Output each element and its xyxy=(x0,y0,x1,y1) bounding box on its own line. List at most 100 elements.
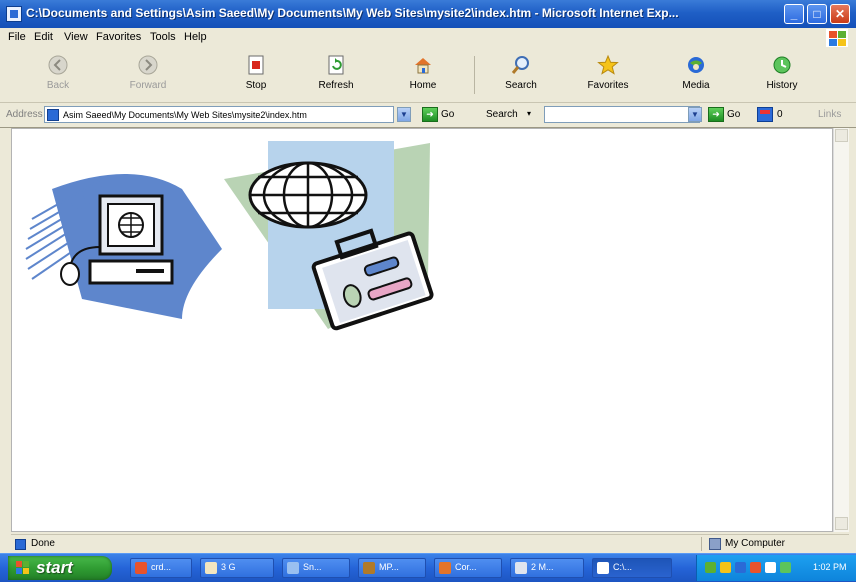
refresh-icon xyxy=(328,55,344,75)
search-input[interactable] xyxy=(544,106,700,123)
media-label: Media xyxy=(682,80,710,91)
status-text: Done xyxy=(31,538,55,549)
windows-logo-icon xyxy=(826,29,848,47)
status-bar: Done My Computer xyxy=(11,534,849,553)
search-dropdown-icon[interactable]: ▾ xyxy=(527,109,531,118)
tray-icon[interactable] xyxy=(735,562,746,573)
tray-icon[interactable] xyxy=(750,562,761,573)
menu-tools[interactable]: Tools xyxy=(150,31,176,43)
favorites-label: Favorites xyxy=(587,80,629,91)
app-icon xyxy=(205,562,217,574)
search-button[interactable]: Search xyxy=(491,52,551,98)
search-bar-label[interactable]: Search xyxy=(486,109,518,120)
menu-bar: File Edit View Favorites Tools Help xyxy=(0,28,856,49)
taskbar-item-active[interactable]: C:\... xyxy=(592,558,672,578)
history-label: History xyxy=(766,80,798,91)
search-label: Search xyxy=(505,80,537,91)
search-dropdown-arrow-icon[interactable]: ▼ xyxy=(688,107,702,122)
menu-file[interactable]: File xyxy=(8,31,26,43)
back-label: Back xyxy=(46,80,70,91)
minimize-button[interactable]: _ xyxy=(784,4,804,24)
forward-button[interactable]: Forward xyxy=(118,52,178,98)
stop-icon xyxy=(248,55,264,75)
browser-window: C:\Documents and Settings\Asim Saeed\My … xyxy=(0,0,856,582)
forward-arrow-icon xyxy=(138,55,158,75)
home-button[interactable]: Home xyxy=(393,52,453,98)
page-content xyxy=(11,128,833,532)
search-icon xyxy=(511,56,529,74)
clipart-illustration xyxy=(25,141,434,331)
links-button[interactable]: Links xyxy=(818,109,841,120)
taskbar-item-label: crd... xyxy=(151,562,172,572)
menu-favorites[interactable]: Favorites xyxy=(96,31,141,43)
history-icon xyxy=(773,56,791,74)
taskbar-item[interactable]: Cor... xyxy=(434,558,502,578)
taskbar: start crd... 3 G Sn... MP... Cor... 2 M.… xyxy=(0,553,856,582)
address-bar: Address Asim Saeed\My Documents\My Web S… xyxy=(0,103,856,128)
start-label: start xyxy=(36,558,73,577)
close-button[interactable]: ✕ xyxy=(830,4,850,24)
stop-label: Stop xyxy=(245,80,267,91)
media-button[interactable]: Media xyxy=(666,52,726,98)
security-zone: My Computer xyxy=(725,538,786,549)
stop-button[interactable]: Stop xyxy=(226,52,286,98)
menu-view[interactable]: View xyxy=(64,31,88,43)
standard-toolbar: Back Forward Stop Refresh Home Search Fa… xyxy=(0,48,856,103)
taskbar-item-label: Cor... xyxy=(455,562,477,572)
taskbar-item[interactable]: crd... xyxy=(130,558,192,578)
taskbar-item-label: MP... xyxy=(379,562,399,572)
system-tray: 1:02 PM xyxy=(696,555,856,581)
tray-icon[interactable] xyxy=(705,562,716,573)
menu-help[interactable]: Help xyxy=(184,31,207,43)
highlight-count: 0 xyxy=(777,109,783,120)
back-button[interactable]: Back xyxy=(28,52,88,98)
vertical-scrollbar[interactable] xyxy=(833,128,849,532)
taskbar-item-label: Sn... xyxy=(303,562,322,572)
start-button[interactable]: start xyxy=(8,556,112,580)
travel-clipart xyxy=(224,141,434,331)
taskbar-item[interactable]: 3 G xyxy=(200,558,274,578)
address-input[interactable]: Asim Saeed\My Documents\My Web Sites\mys… xyxy=(44,106,394,123)
menu-edit[interactable]: Edit xyxy=(34,31,53,43)
ie-page-icon xyxy=(597,562,609,574)
taskbar-item[interactable]: 2 M... xyxy=(510,558,584,578)
highlight-icon[interactable] xyxy=(757,107,773,122)
app-icon xyxy=(363,562,375,574)
favorites-button[interactable]: Favorites xyxy=(578,52,638,98)
scroll-up-arrow-icon[interactable] xyxy=(835,129,848,142)
page-done-icon xyxy=(15,539,26,550)
app-icon xyxy=(287,562,299,574)
address-dropdown-arrow-icon[interactable]: ▼ xyxy=(397,107,411,122)
refresh-label: Refresh xyxy=(318,80,354,91)
computer-clipart xyxy=(25,174,222,319)
window-title: C:\Documents and Settings\Asim Saeed\My … xyxy=(26,6,679,20)
go-button[interactable]: Go xyxy=(441,109,454,120)
refresh-button[interactable]: Refresh xyxy=(306,52,366,98)
maximize-button[interactable]: □ xyxy=(807,4,827,24)
scroll-down-arrow-icon[interactable] xyxy=(835,517,848,530)
taskbar-item-label: C:\... xyxy=(613,562,633,572)
media-icon xyxy=(688,57,704,73)
taskbar-item[interactable]: MP... xyxy=(358,558,426,578)
windows-flag-icon xyxy=(16,561,30,575)
search-go-arrow-icon[interactable]: ➜ xyxy=(708,107,724,122)
toolbar-separator xyxy=(474,56,475,94)
title-bar[interactable]: C:\Documents and Settings\Asim Saeed\My … xyxy=(0,0,856,29)
app-icon xyxy=(515,562,527,574)
status-separator xyxy=(701,537,702,551)
address-label: Address xyxy=(6,109,43,120)
home-icon xyxy=(415,58,431,74)
clock[interactable]: 1:02 PM xyxy=(813,562,847,572)
go-arrow-icon[interactable]: ➜ xyxy=(422,107,438,122)
search-go-button[interactable]: Go xyxy=(727,109,740,120)
history-button[interactable]: History xyxy=(752,52,812,98)
tray-icon[interactable] xyxy=(765,562,776,573)
my-computer-icon xyxy=(709,538,721,550)
app-icon xyxy=(439,562,451,574)
taskbar-item[interactable]: Sn... xyxy=(282,558,350,578)
home-label: Home xyxy=(409,80,437,91)
tray-icon[interactable] xyxy=(780,562,791,573)
tray-icon[interactable] xyxy=(720,562,731,573)
taskbar-item-label: 3 G xyxy=(221,562,236,572)
forward-label: Forward xyxy=(129,80,167,91)
